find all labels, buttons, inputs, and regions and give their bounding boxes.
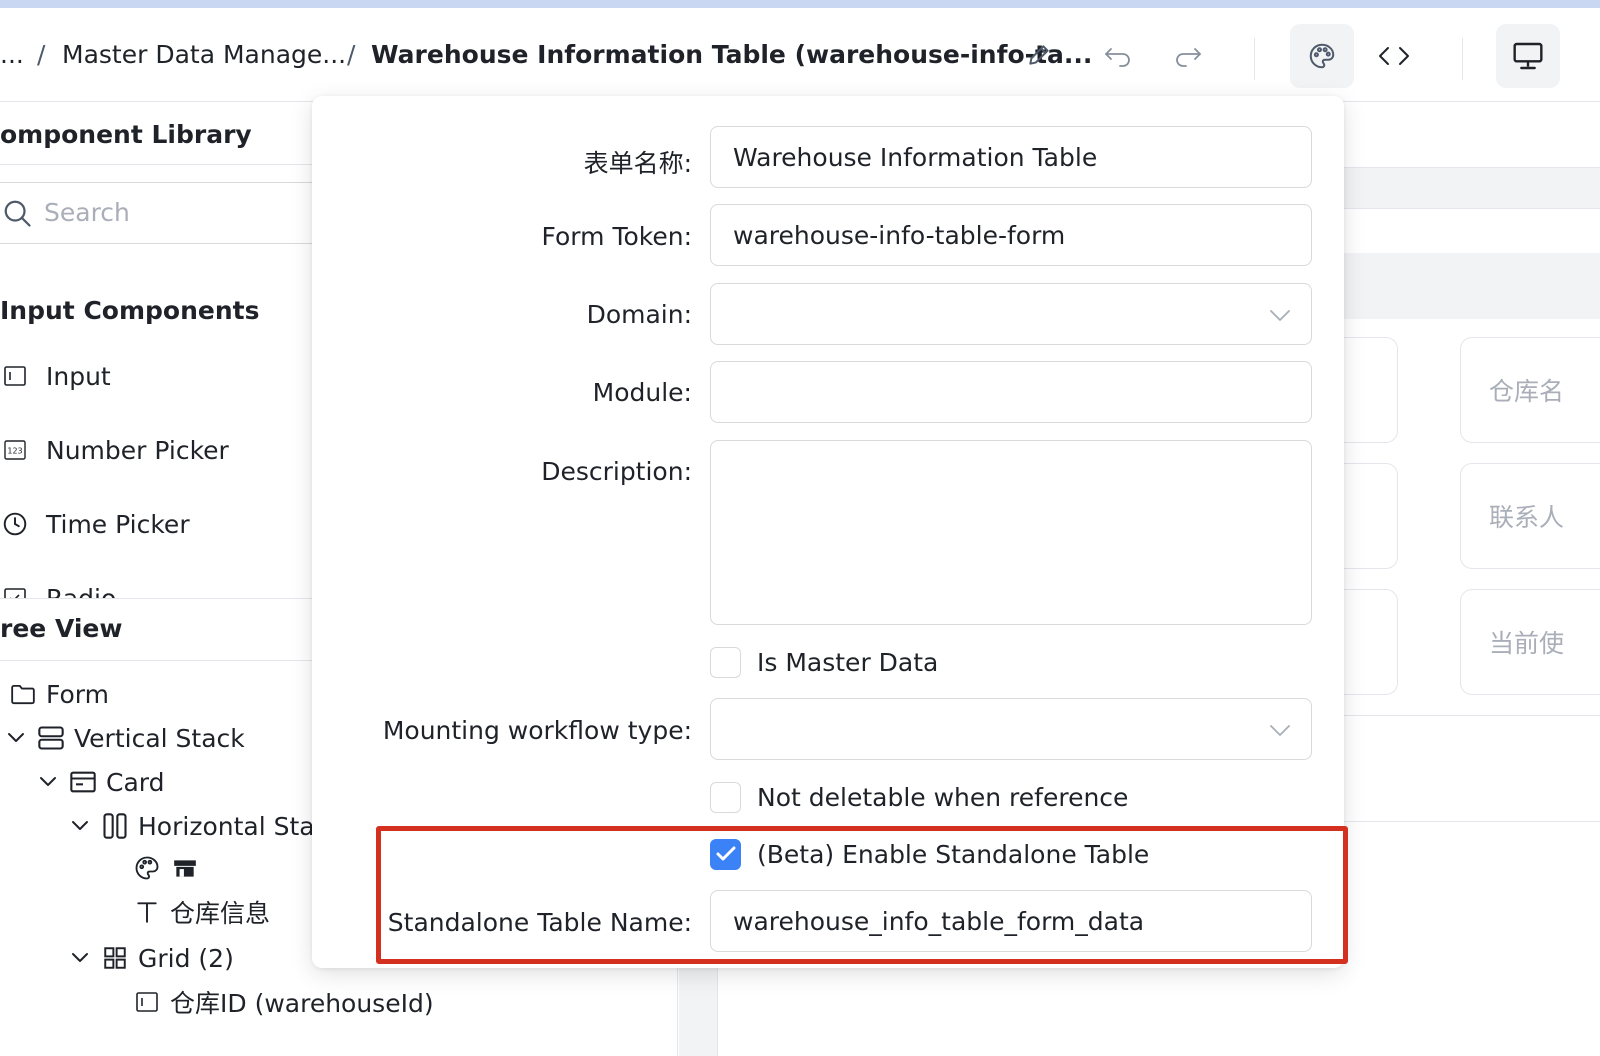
is-master-data-label: Is Master Data [757,647,939,677]
tree-view-title: ree View [0,614,123,643]
input-icon [132,987,162,1017]
form-token-label: Form Token: [541,222,692,251]
tree-node-label: Grid (2) [138,943,234,973]
breadcrumb-parent[interactable]: Master Data Manage... [62,40,346,69]
tree-node-vertical-stack[interactable]: Vertical Stack [4,718,245,758]
domain-select[interactable] [710,283,1312,345]
component-label: Input [46,361,111,391]
palette-icon [132,853,162,883]
canvas-field-label: 仓库名 [1489,377,1565,406]
standalone-table-checkbox[interactable] [710,838,741,870]
module-input[interactable] [710,361,1312,423]
tree-node-label: Vertical Stack [74,723,245,753]
store-icon [170,853,200,883]
search-input[interactable] [44,194,304,230]
toolbar-divider [1254,38,1255,80]
form-name-input[interactable] [710,126,1312,188]
is-master-data-option[interactable]: Is Master Data [710,644,938,680]
tree-node-text[interactable]: 仓库信息 [132,892,270,932]
standalone-table-name-label: Standalone Table Name: [387,908,692,937]
text-icon [132,897,162,927]
breadcrumb-current: Warehouse Information Table (warehouse-i… [371,40,1093,69]
component-label: Time Picker [46,509,190,539]
checkbox-icon [0,583,30,598]
canvas-field[interactable]: 当前使 [1460,589,1600,695]
form-name-label: 表单名称: [583,149,692,178]
folder-icon [8,679,38,709]
tree-node-horizontal-stack[interactable]: Horizontal Stac [68,806,328,846]
redo-icon[interactable] [1168,38,1208,72]
grid-icon [100,943,130,973]
workflow-type-select[interactable] [710,698,1312,760]
check-icon [716,846,735,861]
input-components-title: Input Components [0,296,260,325]
canvas-field[interactable]: 仓库名 [1460,337,1600,443]
window-top-strip [0,0,1600,8]
chevron-down-icon [1269,715,1291,744]
component-label: Number Picker [46,435,229,465]
component-radio[interactable]: Radio [0,578,320,598]
canvas-field-label: 当前使 [1489,629,1565,658]
component-number-picker[interactable]: 123 Number Picker [0,430,320,470]
module-label: Module: [592,378,692,407]
chevron-down-icon[interactable] [4,726,28,750]
code-icon[interactable] [1362,24,1426,88]
standalone-table-name-input[interactable] [710,890,1312,952]
top-toolbar: ... / Master Data Manage... / Warehouse … [0,8,1600,102]
tree-node-card[interactable]: Card [36,762,164,802]
tree-node-label: 仓库ID (warehouseId) [170,989,434,1018]
tree-node-icon-element[interactable] [132,848,208,888]
horizontal-stack-icon [100,811,130,841]
breadcrumb-separator: / [37,40,46,69]
component-time-picker[interactable]: Time Picker [0,504,320,544]
chevron-down-icon [1269,300,1291,329]
not-deletable-option[interactable]: Not deletable when reference [710,779,1128,815]
canvas-field-label: 联系人 [1489,503,1565,532]
palette-icon[interactable] [1290,24,1354,88]
input-icon [0,361,30,391]
component-label: Radio [46,583,117,599]
component-input[interactable]: Input [0,356,320,396]
tree-node-form[interactable]: Form [8,674,109,714]
chevron-down-icon[interactable] [36,770,60,794]
breadcrumb-separator: / [347,40,356,69]
is-master-data-checkbox[interactable] [710,646,741,678]
description-label: Description: [541,457,692,486]
pencil-icon[interactable] [1022,38,1056,72]
desktop-icon[interactable] [1496,24,1560,88]
workflow-type-label: Mounting workflow type: [382,716,692,745]
tree-node-label: Horizontal Stac [138,811,329,841]
toolbar-divider [1462,38,1463,80]
canvas-field[interactable]: 联系人 [1460,463,1600,569]
description-textarea[interactable] [710,440,1312,625]
component-library-title: omponent Library [0,120,252,149]
tree-node-label: Card [106,767,165,797]
card-icon [68,767,98,797]
standalone-table-option[interactable]: (Beta) Enable Standalone Table [710,836,1149,872]
vertical-stack-icon [36,723,66,753]
breadcrumb-ellipsis[interactable]: ... [0,40,24,69]
clock-icon [0,509,30,539]
chevron-down-icon[interactable] [68,946,92,970]
tree-node-grid[interactable]: Grid (2) [68,938,234,978]
number-icon: 123 [0,435,30,465]
tree-node-label: 仓库信息 [170,899,271,928]
chevron-down-icon[interactable] [68,814,92,838]
form-token-input[interactable] [710,204,1312,266]
search-icon [2,198,32,228]
not-deletable-label: Not deletable when reference [757,782,1129,812]
domain-label: Domain: [586,300,692,329]
tree-node-warehouse-id[interactable]: 仓库ID (warehouseId) [132,982,434,1022]
tree-node-label: Form [46,679,109,709]
undo-icon[interactable] [1098,38,1138,72]
standalone-table-label: (Beta) Enable Standalone Table [757,839,1150,869]
svg-text:123: 123 [7,447,22,456]
form-settings-popover: 表单名称: Form Token: Domain: Module: Descri… [312,96,1344,968]
not-deletable-checkbox[interactable] [710,781,741,813]
